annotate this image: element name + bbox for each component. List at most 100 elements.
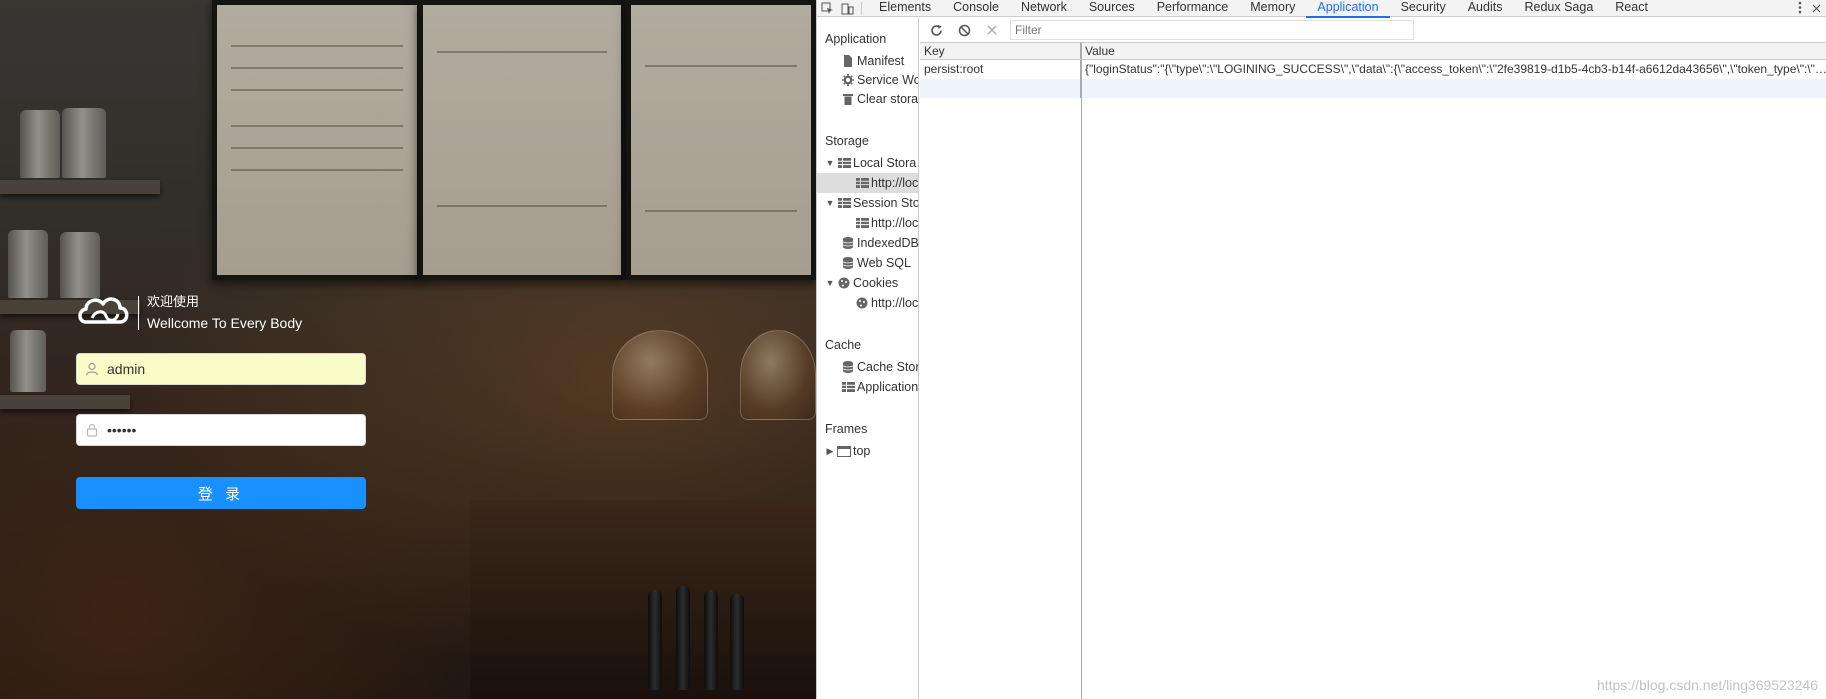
- welcome-subtitle-en: Wellcome To Every Body: [147, 315, 303, 331]
- lock-icon: [77, 423, 107, 437]
- kebab-menu-icon[interactable]: [1798, 1, 1802, 17]
- devtools-panel: Elements Console Network Sources Perform…: [816, 0, 1826, 699]
- brand: 欢迎使用 Wellcome To Every Body: [76, 292, 366, 334]
- tab-elements[interactable]: Elements: [868, 0, 942, 17]
- sidebar-item-label: Application: [857, 380, 919, 394]
- sidebar-item-label: http://loc: [871, 216, 919, 230]
- column-divider: [1081, 43, 1082, 699]
- sidebar-header-frames: Frames: [825, 422, 868, 436]
- expand-arrow-icon[interactable]: ▼: [825, 198, 835, 208]
- tab-memory[interactable]: Memory: [1239, 0, 1306, 17]
- collapsed-arrow-icon[interactable]: ▶: [825, 446, 835, 457]
- login-button[interactable]: 登 录: [76, 477, 366, 509]
- sidebar-item-label: Manifest: [857, 54, 905, 68]
- devtools-tabbar: Elements Console Network Sources Perform…: [817, 0, 1826, 18]
- sidebar-header-cache: Cache: [825, 338, 862, 352]
- clear-all-icon[interactable]: [954, 20, 974, 40]
- grid-icon: [835, 198, 853, 208]
- row-value: [1081, 79, 1826, 98]
- tab-react[interactable]: React: [1604, 0, 1659, 17]
- close-icon[interactable]: [1812, 2, 1821, 16]
- user-icon: [77, 362, 107, 376]
- brand-text: 欢迎使用 Wellcome To Every Body: [147, 293, 302, 333]
- refresh-icon[interactable]: [926, 20, 946, 40]
- column-header-value[interactable]: Value: [1081, 43, 1826, 59]
- sidebar-item-label: http://loc: [871, 296, 919, 310]
- sidebar-item-service-workers[interactable]: Service Wo: [839, 70, 919, 90]
- sidebar-item-label: Clear storag: [857, 92, 919, 106]
- password-input[interactable]: [107, 422, 347, 438]
- grid-icon: [839, 382, 857, 392]
- sidebar-item-label: Local Stora: [853, 156, 917, 170]
- delete-selected-icon[interactable]: [982, 20, 1002, 40]
- storage-table: Key Value persist:root {"loginStatus":"{…: [920, 43, 1826, 699]
- gear-icon: [839, 74, 857, 86]
- database-icon: [839, 361, 857, 373]
- password-field[interactable]: [76, 414, 366, 446]
- sidebar-item-application-cache[interactable]: Application: [839, 377, 918, 397]
- login-form: 欢迎使用 Wellcome To Every Body 登 录: [76, 292, 366, 509]
- frame-icon: [835, 445, 853, 457]
- sidebar-item-label: top: [853, 444, 871, 458]
- sidebar-item-cache-storage[interactable]: Cache Stora: [839, 357, 918, 377]
- sidebar-item-manifest[interactable]: Manifest: [839, 51, 904, 71]
- sidebar-item-label: http://loc: [871, 176, 919, 190]
- cookie-icon: [835, 277, 853, 289]
- table-row[interactable]: persist:root {"loginStatus":"{\"type\":\…: [920, 60, 1826, 79]
- devtools-menu: [1798, 0, 1821, 17]
- tab-application[interactable]: Application: [1306, 0, 1390, 18]
- tab-network[interactable]: Network: [1010, 0, 1078, 17]
- trash-icon: [839, 93, 857, 105]
- cloud-logo-icon: [76, 292, 132, 334]
- sidebar-item-local-storage-origin[interactable]: http://loc: [817, 173, 919, 193]
- tab-performance[interactable]: Performance: [1146, 0, 1240, 17]
- expand-arrow-icon[interactable]: ▼: [825, 158, 835, 168]
- sidebar-item-websql[interactable]: Web SQL: [839, 253, 911, 273]
- row-value: {"loginStatus":"{\"type\":\"LOGINING_SUC…: [1085, 62, 1826, 76]
- sidebar-item-indexeddb[interactable]: IndexedDB: [839, 233, 919, 253]
- storage-view: Key Value persist:root {"loginStatus":"{…: [920, 18, 1826, 699]
- tab-audits[interactable]: Audits: [1457, 0, 1514, 17]
- row-key: [920, 79, 1081, 98]
- login-page: 欢迎使用 Wellcome To Every Body 登 录: [0, 0, 816, 699]
- sidebar-item-local-storage[interactable]: ▼ Local Stora: [825, 153, 917, 173]
- toolbar-separator: [861, 1, 862, 15]
- welcome-title-cn: 欢迎使用: [147, 294, 200, 309]
- sidebar-item-session-storage-origin[interactable]: http://loc: [853, 213, 918, 233]
- filter-input[interactable]: [1010, 20, 1414, 40]
- sidebar-item-label: Session Sto: [853, 196, 919, 210]
- database-icon: [839, 257, 857, 269]
- column-header-key[interactable]: Key: [920, 43, 1081, 59]
- application-sidebar: Application Manifest Service Wo Clear st…: [817, 18, 919, 699]
- brand-divider: [138, 296, 139, 330]
- sidebar-header-application: Application: [825, 32, 887, 46]
- sidebar-item-label: Service Wo: [857, 73, 919, 87]
- database-icon: [839, 237, 857, 249]
- cookie-icon: [853, 297, 871, 309]
- tab-security[interactable]: Security: [1390, 0, 1457, 17]
- sidebar-item-label: Cache Stora: [857, 360, 918, 374]
- sidebar-header-storage: Storage: [825, 134, 869, 148]
- sidebar-item-frame-top[interactable]: ▶ top: [825, 441, 871, 461]
- sidebar-item-clear-storage[interactable]: Clear storag: [839, 89, 919, 109]
- username-input[interactable]: [107, 361, 347, 377]
- row-key: persist:root: [920, 60, 1081, 79]
- username-field[interactable]: [76, 353, 366, 385]
- file-icon: [839, 55, 857, 67]
- sidebar-item-label: IndexedDB: [857, 236, 919, 250]
- tab-redux-saga[interactable]: Redux Saga: [1513, 0, 1604, 17]
- sidebar-item-session-storage[interactable]: ▼ Session Sto: [825, 193, 919, 213]
- sidebar-item-cookies-origin[interactable]: http://loc: [853, 293, 918, 313]
- device-toolbar-icon[interactable]: [837, 0, 857, 17]
- storage-toolbar: [920, 18, 1826, 43]
- inspect-element-icon[interactable]: [817, 0, 837, 17]
- watermark: https://blog.csdn.net/ling369523246: [1596, 677, 1818, 693]
- expand-arrow-icon[interactable]: ▼: [825, 278, 835, 288]
- tab-sources[interactable]: Sources: [1078, 0, 1146, 17]
- tab-console[interactable]: Console: [942, 0, 1010, 17]
- sidebar-item-cookies[interactable]: ▼ Cookies: [825, 273, 899, 293]
- background-overlay: [0, 0, 816, 699]
- table-header: Key Value: [920, 43, 1826, 60]
- grid-icon: [853, 218, 871, 228]
- empty-table-row[interactable]: [920, 79, 1826, 98]
